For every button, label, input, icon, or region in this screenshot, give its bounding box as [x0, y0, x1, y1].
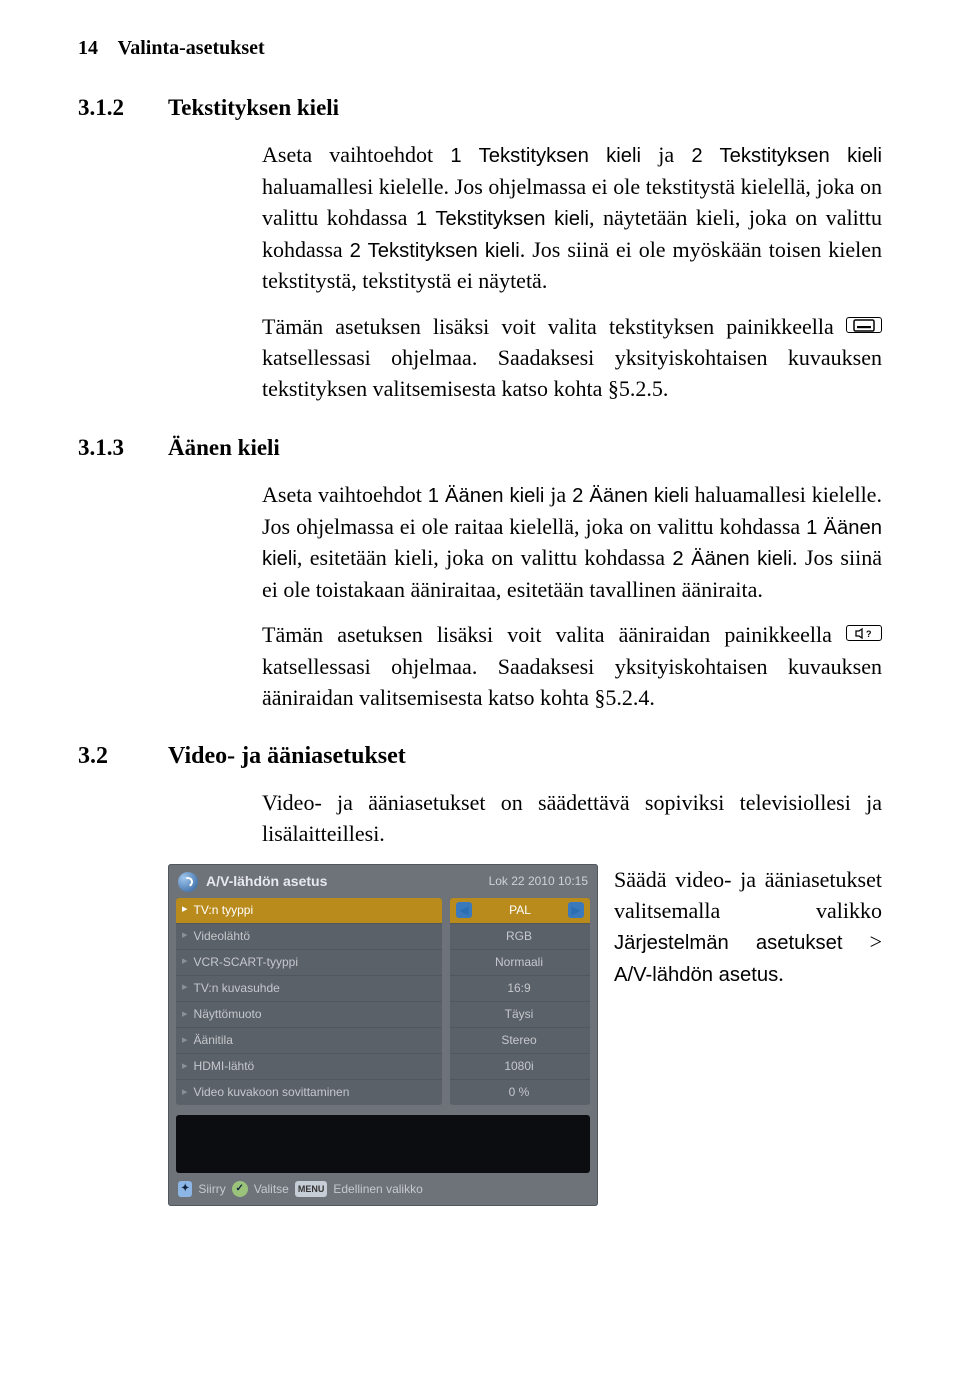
- running-title: Valinta-asetukset: [118, 37, 265, 59]
- chevron-right-icon: ▸: [182, 928, 188, 944]
- page-number: 14: [78, 37, 98, 59]
- paragraph: Säädä video- ja ääniasetukset valitsemal…: [614, 864, 882, 990]
- paragraph: Video- ja ääniasetukset on säädettävä so…: [262, 787, 882, 849]
- settings-row-value: Täysi: [450, 1002, 590, 1028]
- chevron-right-icon: ▸: [182, 1085, 188, 1101]
- av-settings-icon: [178, 872, 198, 892]
- legend-move: Siirry: [198, 1181, 225, 1198]
- arrow-right-icon: ▶: [568, 902, 584, 918]
- settings-row-value: 0 %: [450, 1080, 590, 1105]
- settings-row-value: 16:9: [450, 976, 590, 1002]
- paragraph: Tämän asetuksen lisäksi voit valita ääni…: [262, 619, 882, 713]
- settings-row-value: Normaali: [450, 950, 590, 976]
- chevron-right-icon: ▸: [182, 902, 188, 918]
- settings-row-label: ▸VCR-SCART-tyyppi: [176, 950, 442, 976]
- paragraph: Tämän asetuksen lisäksi voit valita teks…: [262, 311, 882, 405]
- subtitle-button-icon: [846, 317, 882, 333]
- screenshot-preview-area: [176, 1115, 590, 1173]
- chevron-right-icon: ▸: [182, 954, 188, 970]
- settings-row-label: ▸TV:n kuvasuhde: [176, 976, 442, 1002]
- settings-row-label: ▸Äänitila: [176, 1028, 442, 1054]
- settings-row-value: ◀PAL▶: [450, 898, 590, 924]
- legend-back: Edellinen valikko: [333, 1181, 422, 1198]
- settings-row-label: ▸TV:n tyyppi: [176, 898, 442, 924]
- heading-number: 3.2: [78, 739, 168, 773]
- settings-labels-column: ▸TV:n tyyppi▸Videolähtö▸VCR-SCART-tyyppi…: [176, 898, 442, 1105]
- heading-3-2: 3.2 Video- ja ääniasetukset: [78, 739, 882, 773]
- screenshot-title: A/V-lähdön asetus: [206, 872, 489, 892]
- settings-values-column: ◀PAL▶RGBNormaali16:9TäysiStereo1080i0 %: [450, 898, 590, 1105]
- heading-number: 3.1.2: [78, 92, 168, 125]
- heading-3-1-3: 3.1.3 Äänen kieli: [78, 432, 882, 465]
- heading-number: 3.1.3: [78, 432, 168, 465]
- heading-title: Video- ja ääniasetukset: [168, 739, 406, 773]
- heading-3-1-2: 3.1.2 Tekstityksen kieli: [78, 92, 882, 125]
- chevron-right-icon: ▸: [182, 1007, 188, 1023]
- settings-row-label: ▸Näyttömuoto: [176, 1002, 442, 1028]
- screenshot-clock: Lok 22 2010 10:15: [489, 873, 588, 890]
- heading-title: Äänen kieli: [168, 432, 280, 465]
- nav-key-icon: ✦: [178, 1181, 192, 1197]
- svg-text:?: ?: [866, 629, 872, 639]
- running-header: 14 Valinta-asetukset: [78, 34, 882, 62]
- settings-screenshot: A/V-lähdön asetus Lok 22 2010 10:15 ▸TV:…: [168, 864, 598, 1206]
- chevron-right-icon: ▸: [182, 980, 188, 996]
- menu-key-icon: MENU: [295, 1181, 328, 1197]
- legend-select: Valitse: [254, 1181, 289, 1198]
- settings-row-value: Stereo: [450, 1028, 590, 1054]
- arrow-left-icon: ◀: [456, 902, 472, 918]
- heading-title: Tekstityksen kieli: [168, 92, 339, 125]
- ok-key-icon: ✓: [232, 1181, 248, 1197]
- paragraph: Aseta vaihtoehdot 1 Äänen kieli ja 2 Ään…: [262, 479, 882, 605]
- settings-row-value: RGB: [450, 924, 590, 950]
- settings-row-label: ▸Videolähtö: [176, 924, 442, 950]
- audio-button-icon: ?: [846, 625, 882, 641]
- chevron-right-icon: ▸: [182, 1059, 188, 1075]
- screenshot-titlebar: A/V-lähdön asetus Lok 22 2010 10:15: [168, 864, 598, 898]
- settings-row-label: ▸HDMI-lähtö: [176, 1054, 442, 1080]
- chevron-right-icon: ▸: [182, 1033, 188, 1049]
- screenshot-legend: ✦ Siirry ✓ Valitse MENU Edellinen valikk…: [168, 1173, 598, 1206]
- settings-row-label: ▸Video kuvakoon sovittaminen: [176, 1080, 442, 1105]
- settings-row-value: 1080i: [450, 1054, 590, 1080]
- paragraph: Aseta vaihtoehdot 1 Tekstityksen kieli j…: [262, 139, 882, 297]
